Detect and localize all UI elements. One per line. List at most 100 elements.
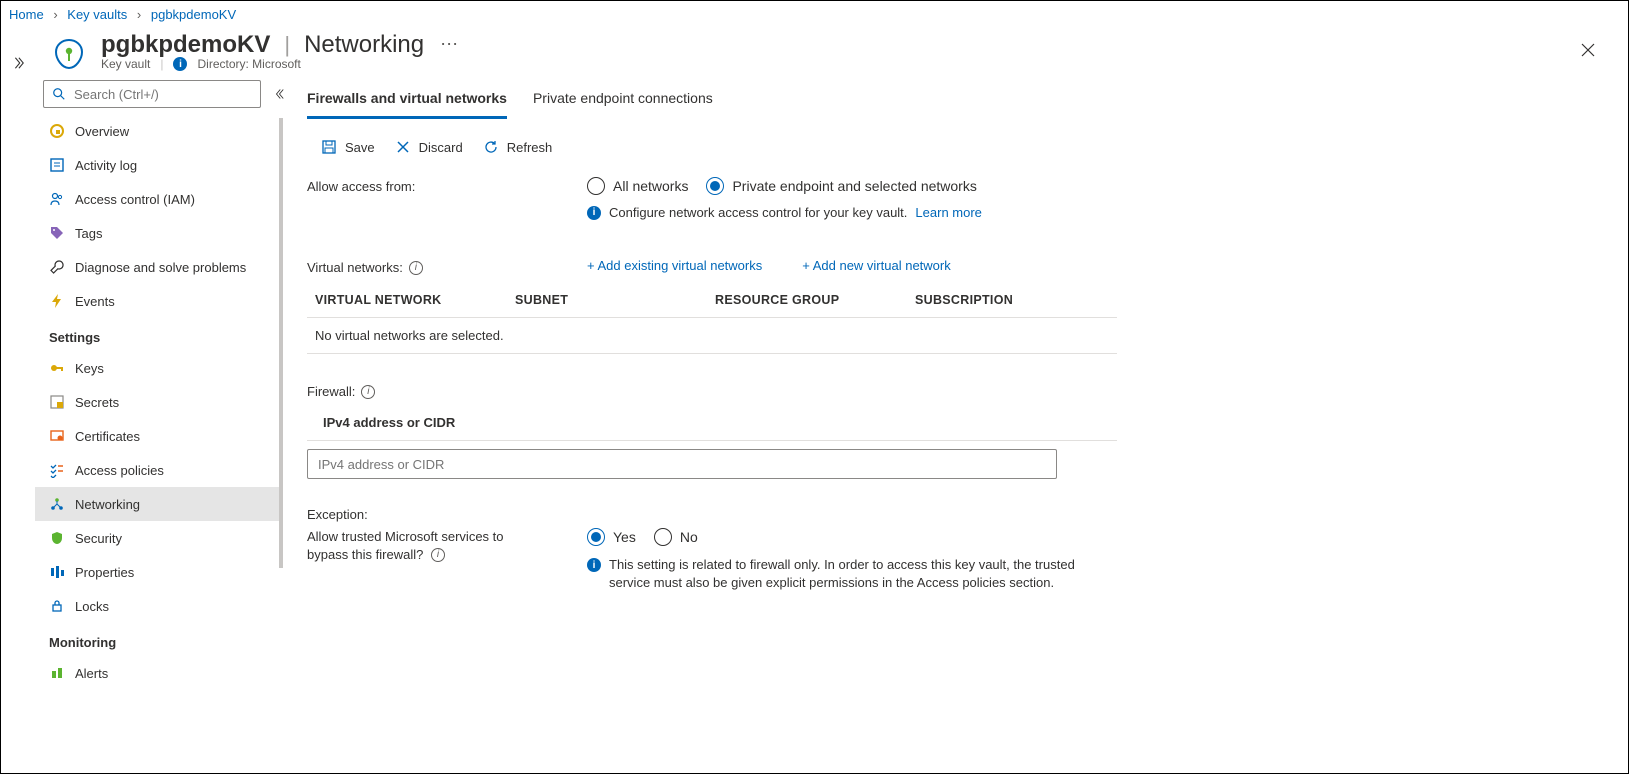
certificate-icon	[49, 428, 65, 444]
access-info-text: Configure network access control for you…	[609, 205, 907, 220]
sidebar-item-label: Certificates	[75, 429, 140, 444]
sidebar-item-label: Secrets	[75, 395, 119, 410]
tab-private-endpoint[interactable]: Private endpoint connections	[533, 84, 713, 119]
lightning-icon	[49, 293, 65, 309]
expand-flyout-button[interactable]	[1, 26, 35, 773]
refresh-icon	[483, 139, 499, 155]
info-icon[interactable]: i	[409, 261, 423, 275]
resource-type: Key vault	[101, 57, 150, 71]
lock-icon	[49, 598, 65, 614]
radio-all-networks[interactable]: All networks	[587, 177, 688, 195]
info-icon: i	[173, 57, 187, 71]
breadcrumb-home[interactable]: Home	[9, 7, 44, 22]
add-new-vnet-link[interactable]: + Add new virtual network	[802, 258, 951, 273]
radio-label: No	[680, 529, 698, 545]
sidebar-item-networking[interactable]: Networking	[35, 487, 283, 521]
sidebar-item-label: Overview	[75, 124, 129, 139]
exception-label: Exception:	[307, 507, 368, 522]
radio-exception-no[interactable]: No	[654, 528, 698, 546]
th-rg: RESOURCE GROUP	[707, 283, 907, 318]
sidebar-item-alerts[interactable]: Alerts	[35, 656, 283, 690]
sidebar-item-locks[interactable]: Locks	[35, 589, 283, 623]
keyvault-icon	[51, 36, 87, 72]
vnet-label: Virtual networks:	[307, 260, 403, 275]
resource-title: pgbkpdemoKV	[101, 31, 270, 59]
sidebar-item-label: Security	[75, 531, 122, 546]
properties-icon	[49, 564, 65, 580]
close-button[interactable]	[1572, 34, 1604, 66]
vnet-table: VIRTUAL NETWORK SUBNET RESOURCE GROUP SU…	[307, 283, 1117, 354]
sidebar-item-label: Keys	[75, 361, 104, 376]
sidebar-item-label: Events	[75, 294, 115, 309]
sidebar-item-certificates[interactable]: Certificates	[35, 419, 283, 453]
sidebar-item-label: Diagnose and solve problems	[75, 260, 246, 275]
breadcrumb: Home › Key vaults › pgbkpdemoKV	[1, 1, 1628, 26]
save-label: Save	[345, 140, 375, 155]
sidebar-item-security[interactable]: Security	[35, 521, 283, 555]
add-existing-vnet-link[interactable]: + Add existing virtual networks	[587, 258, 762, 273]
search-input[interactable]	[72, 86, 252, 103]
sidebar-item-label: Tags	[75, 226, 102, 241]
sidebar-item-tags[interactable]: Tags	[35, 216, 283, 250]
exception-hint: This setting is related to firewall only…	[609, 556, 1109, 592]
radio-selected-networks[interactable]: Private endpoint and selected networks	[706, 177, 976, 195]
alert-icon	[49, 665, 65, 681]
tag-icon	[49, 225, 65, 241]
breadcrumb-keyvaults[interactable]: Key vaults	[67, 7, 127, 22]
secret-icon	[49, 394, 65, 410]
search-icon	[52, 87, 66, 101]
refresh-button[interactable]: Refresh	[483, 139, 553, 155]
wrench-icon	[49, 259, 65, 275]
overview-icon	[49, 123, 65, 139]
radio-label: All networks	[613, 178, 688, 194]
exception-question: Allow trusted Microsoft services to bypa…	[307, 529, 504, 562]
sidebar-item-events[interactable]: Events	[35, 284, 283, 318]
sidebar-item-secrets[interactable]: Secrets	[35, 385, 283, 419]
info-icon[interactable]: i	[361, 385, 375, 399]
log-icon	[49, 157, 65, 173]
breadcrumb-resource[interactable]: pgbkpdemoKV	[151, 7, 236, 22]
info-icon: i	[587, 206, 601, 220]
table-row: No virtual networks are selected.	[307, 318, 1117, 354]
access-label: Allow access from:	[307, 179, 415, 194]
discard-label: Discard	[419, 140, 463, 155]
th-vnet: VIRTUAL NETWORK	[307, 283, 507, 318]
info-icon: i	[587, 558, 601, 572]
radio-exception-yes[interactable]: Yes	[587, 528, 636, 546]
radio-label: Private endpoint and selected networks	[732, 178, 976, 194]
sidebar-item-label: Access policies	[75, 463, 164, 478]
search-input-wrapper[interactable]	[43, 80, 261, 108]
info-icon[interactable]: i	[431, 548, 445, 562]
sidebar: Overview Activity log Access control (IA…	[35, 72, 283, 773]
sidebar-item-label: Activity log	[75, 158, 137, 173]
people-icon	[49, 191, 65, 207]
sidebar-item-overview[interactable]: Overview	[35, 114, 283, 148]
sidebar-item-properties[interactable]: Properties	[35, 555, 283, 589]
learn-more-link[interactable]: Learn more	[915, 205, 981, 220]
sidebar-group-monitoring: Monitoring	[35, 623, 283, 656]
sidebar-item-iam[interactable]: Access control (IAM)	[35, 182, 283, 216]
more-actions-button[interactable]: ⋯	[436, 30, 462, 59]
sidebar-item-keys[interactable]: Keys	[35, 351, 283, 385]
sidebar-group-settings: Settings	[35, 318, 283, 351]
sidebar-item-label: Locks	[75, 599, 109, 614]
sidebar-item-diagnose[interactable]: Diagnose and solve problems	[35, 250, 283, 284]
refresh-label: Refresh	[507, 140, 553, 155]
save-icon	[321, 139, 337, 155]
ipv4-column-header: IPv4 address or CIDR	[307, 405, 1117, 440]
tab-firewalls[interactable]: Firewalls and virtual networks	[307, 84, 507, 119]
ipv4-input[interactable]	[307, 449, 1057, 479]
main-content: Firewalls and virtual networks Private e…	[283, 72, 1628, 773]
network-icon	[49, 496, 65, 512]
checklist-icon	[49, 462, 65, 478]
th-sub: SUBSCRIPTION	[907, 283, 1117, 318]
sidebar-item-label: Properties	[75, 565, 134, 580]
sidebar-item-activitylog[interactable]: Activity log	[35, 148, 283, 182]
directory-label: Directory: Microsoft	[197, 57, 300, 71]
sidebar-item-accesspolicies[interactable]: Access policies	[35, 453, 283, 487]
firewall-label: Firewall:	[307, 384, 355, 399]
key-icon	[49, 360, 65, 376]
radio-label: Yes	[613, 529, 636, 545]
save-button[interactable]: Save	[321, 139, 375, 155]
discard-button[interactable]: Discard	[395, 139, 463, 155]
